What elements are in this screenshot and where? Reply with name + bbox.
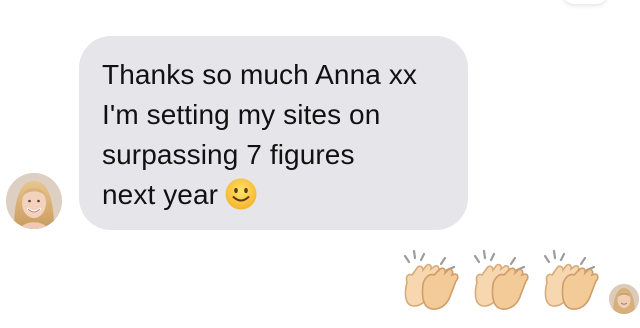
- clapping-hands-emoji: [473, 249, 529, 310]
- message-line: surpassing 7 figures: [102, 139, 355, 170]
- sender-avatar[interactable]: [6, 173, 62, 229]
- profile-photo-icon: [609, 284, 639, 314]
- slightly-smiling-face-emoji: [225, 178, 257, 210]
- message-text: Thanks so much Anna xx I'm setting my si…: [102, 55, 462, 215]
- message-line: next year: [102, 175, 462, 215]
- clapping-hands-emoji: [403, 249, 459, 310]
- clapping-hands-emoji: [543, 249, 599, 310]
- message-line: Thanks so much Anna xx: [102, 59, 418, 90]
- reaction-message[interactable]: [395, 246, 605, 316]
- incoming-message-row: Thanks so much Anna xx I'm setting my si…: [0, 0, 640, 240]
- read-receipt-avatar: [609, 284, 639, 314]
- message-line-text: next year: [102, 179, 219, 210]
- message-line: I'm setting my sites on: [102, 99, 381, 130]
- profile-photo-icon: [6, 173, 62, 229]
